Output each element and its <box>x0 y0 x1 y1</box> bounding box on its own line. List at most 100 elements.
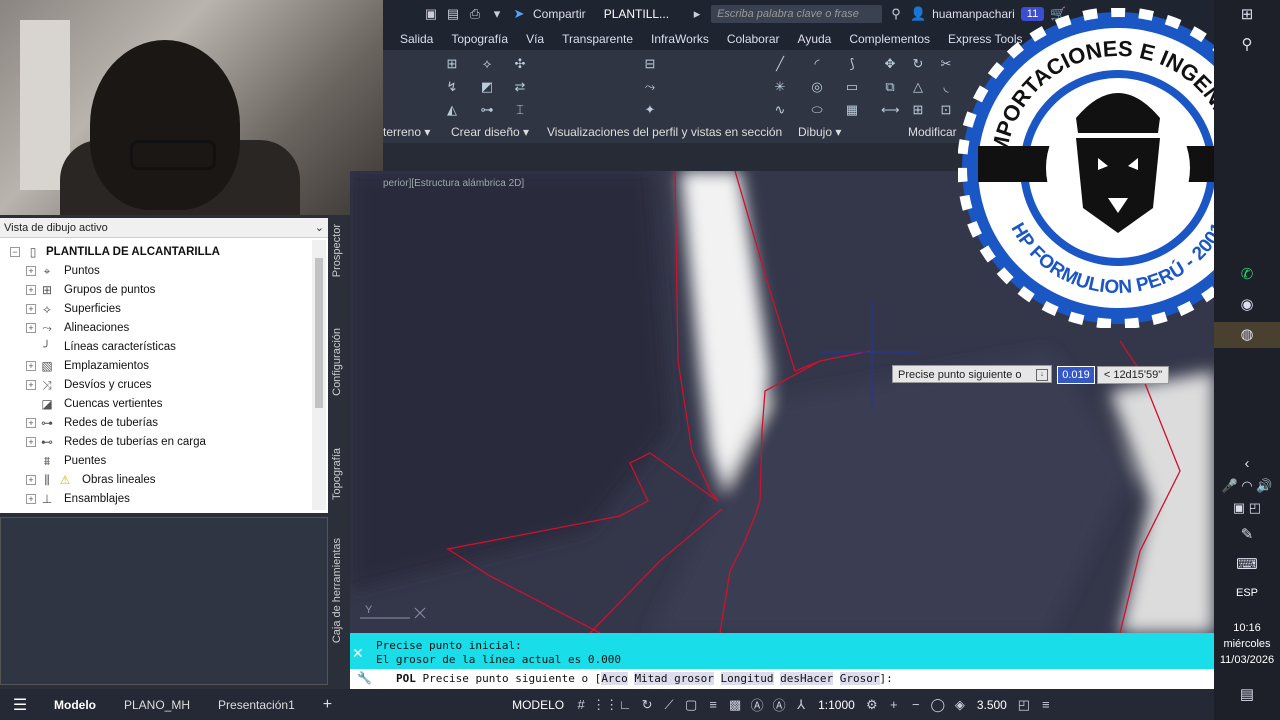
corridor-tool-icon[interactable]: ⇄ <box>511 79 529 95</box>
tab-configuracion[interactable]: Configuración <box>331 328 343 396</box>
transparency-icon[interactable]: ▩ <box>724 697 746 713</box>
view-selector[interactable]: Vista de dibujo activo ⌄ <box>0 218 328 238</box>
search-icon[interactable]: ⚲ <box>1214 35 1280 53</box>
option-mitad-grosor[interactable]: Mitad grosor <box>634 672 714 685</box>
grid-icon[interactable]: # <box>570 697 592 712</box>
move-icon[interactable]: ✥ <box>881 56 899 72</box>
option-arco[interactable]: Arco <box>601 672 628 685</box>
tab-plano-mh[interactable]: PLANO_MH <box>110 698 204 712</box>
points-tool-icon[interactable]: ⊞ <box>443 56 461 72</box>
expand-icon[interactable]: + <box>26 361 36 371</box>
expand-icon[interactable]: + <box>26 437 36 447</box>
option-longitud[interactable]: Longitud <box>720 672 774 685</box>
tab-colaborar[interactable]: Colaborar <box>718 28 789 50</box>
tree-scrollbar[interactable] <box>312 240 326 510</box>
options-icon[interactable]: ↓ <box>1036 369 1048 381</box>
lineweight-icon[interactable]: ≡ <box>702 697 724 712</box>
rectangle-icon[interactable]: ▭ <box>843 79 861 95</box>
tab-topografia-side[interactable]: Topografía <box>331 448 343 500</box>
fillet-icon[interactable]: ◟ <box>937 79 955 95</box>
notifications-icon[interactable]: ▤ <box>1214 685 1280 703</box>
tree-item-alineaciones[interactable]: + ⤳ Alineaciones <box>0 319 312 337</box>
command-line[interactable]: POL Precise punto siguiente o [Arco Mita… <box>350 669 1214 689</box>
expand-icon[interactable]: + <box>26 380 36 390</box>
expand-icon[interactable]: + <box>26 475 36 485</box>
clock-time[interactable]: 10:16 <box>1214 622 1280 634</box>
tab-complementos[interactable]: Complementos <box>840 28 939 50</box>
share-button[interactable]: Compartir <box>533 7 586 21</box>
tree-item-ensamblajes[interactable]: + ⊥ Ensamblajes <box>0 490 312 508</box>
expand-icon[interactable]: + <box>26 418 36 428</box>
trim-icon[interactable]: ✂ <box>937 56 955 72</box>
quick-properties-icon[interactable]: ◰ <box>1013 697 1035 713</box>
viewport-controls-label[interactable]: perior][Estructura alámbrica 2D] <box>383 178 524 189</box>
expand-icon[interactable]: + <box>26 266 36 276</box>
annotation-visibility-icon[interactable]: Ⓐ <box>746 695 768 714</box>
tab-transparente[interactable]: Transparente <box>553 28 642 50</box>
osnap-icon[interactable]: ▢ <box>680 697 702 713</box>
group-dibujo[interactable]: Dibujo ▾ <box>798 125 841 139</box>
language-indicator[interactable]: ESP <box>1214 587 1280 599</box>
pipe-tool-icon[interactable]: ⊶ <box>478 102 496 118</box>
tab-via[interactable]: Vía <box>517 28 553 50</box>
add-layout-icon[interactable]: + <box>309 696 346 714</box>
expand-icon[interactable]: + <box>26 494 36 504</box>
system-tray-icons[interactable]: 🎤 ◠ 🔊 <box>1214 478 1280 494</box>
sample-lines-icon[interactable]: ✦ <box>641 102 659 118</box>
snap-icon[interactable]: ⋮⋮ <box>592 697 618 713</box>
menu-icon[interactable]: ☰ <box>0 695 40 715</box>
customize-icon[interactable]: 🔧 <box>357 671 372 685</box>
tree-item-superficies[interactable]: + ⟡ Superficies <box>0 300 312 318</box>
command-prompt[interactable]: POL Precise punto siguiente o [Arco Mita… <box>396 672 893 685</box>
length-input[interactable]: 0.019 <box>1057 366 1095 384</box>
profile-tool-icon[interactable]: ◩ <box>478 79 496 95</box>
tab-ayuda[interactable]: Ayuda <box>789 28 841 50</box>
line-icon[interactable]: ╱ <box>771 56 789 72</box>
surface-tool-icon[interactable]: ⟡ <box>478 56 496 72</box>
alignment-tool-icon[interactable]: ↯ <box>443 79 461 95</box>
print-icon[interactable]: ⎙ <box>467 6 483 22</box>
whatsapp-icon[interactable]: ✆ <box>1214 265 1280 283</box>
collapse-icon[interactable]: − <box>10 247 20 257</box>
tree-item-desvios[interactable]: + ⤨ Desvíos y cruces <box>0 376 312 394</box>
model-space-toggle[interactable]: MODELO <box>506 698 570 712</box>
scrollbar-thumb[interactable] <box>315 258 323 408</box>
auto-scale-icon[interactable]: Ⓐ <box>768 695 790 714</box>
tray-icons-row2[interactable]: ▣ ◰ <box>1214 500 1280 516</box>
plus-icon[interactable]: + <box>883 697 905 712</box>
search-input[interactable]: Escriba palabra clave o frase <box>711 5 883 23</box>
construction-line-icon[interactable]: ✳ <box>771 79 789 95</box>
tree-item-emplazamientos[interactable]: + ▧ Emplazamientos <box>0 357 312 375</box>
isodraft-icon[interactable]: ⟋ <box>658 697 680 713</box>
chevron-down-icon[interactable]: ⌄ <box>315 218 324 238</box>
tab-infraworks[interactable]: InfraWorks <box>642 28 718 50</box>
clock-day[interactable]: miércoles <box>1214 638 1280 650</box>
share-icon[interactable]: ➤ <box>511 6 527 22</box>
array-icon[interactable]: ⊡ <box>937 102 955 118</box>
tab-caja-herramientas[interactable]: Caja de herramientas <box>331 538 343 643</box>
save-as-icon[interactable]: ▤ <box>445 6 461 22</box>
tree-root[interactable]: − ▯ PLANTILLA DE ALCANTARILLA <box>0 243 312 261</box>
profile-view-icon[interactable]: ⊟ <box>641 56 659 72</box>
tree-item-obras-lineales[interactable]: + ⫼ ⚠ Obras lineales <box>0 471 312 489</box>
option-grosor[interactable]: Grosor <box>839 672 880 685</box>
arc-icon[interactable]: ◜ <box>808 56 826 72</box>
edge-icon[interactable]: ◍ <box>1214 322 1280 348</box>
tab-prospector[interactable]: Prospector <box>331 224 343 277</box>
tree-item-redes-tuberias[interactable]: + ⊶ Redes de tuberías <box>0 414 312 432</box>
hatch-icon[interactable]: ▦ <box>843 102 861 118</box>
customize-status-icon[interactable]: ≡ <box>1035 697 1057 712</box>
ellipse-icon[interactable]: ⬭ <box>808 102 826 118</box>
polyline-icon[interactable]: ⟆ <box>843 56 861 72</box>
expand-icon[interactable]: + <box>26 323 36 333</box>
section-view-icon[interactable]: ⤳ <box>641 79 659 95</box>
expand-arrow-icon[interactable]: ▸ <box>689 6 705 22</box>
polar-icon[interactable]: ↻ <box>636 697 658 713</box>
search-icon[interactable]: ⚲ <box>888 6 904 22</box>
app-icon[interactable]: ◉ <box>1214 295 1280 313</box>
rotate-icon[interactable]: ↻ <box>909 56 927 72</box>
expand-icon[interactable]: + <box>26 304 36 314</box>
isolate-icon[interactable]: ◯ <box>927 697 949 713</box>
dropdown-icon[interactable]: ▾ <box>489 6 505 22</box>
angle-input[interactable]: < 12d15'59" <box>1097 366 1169 384</box>
